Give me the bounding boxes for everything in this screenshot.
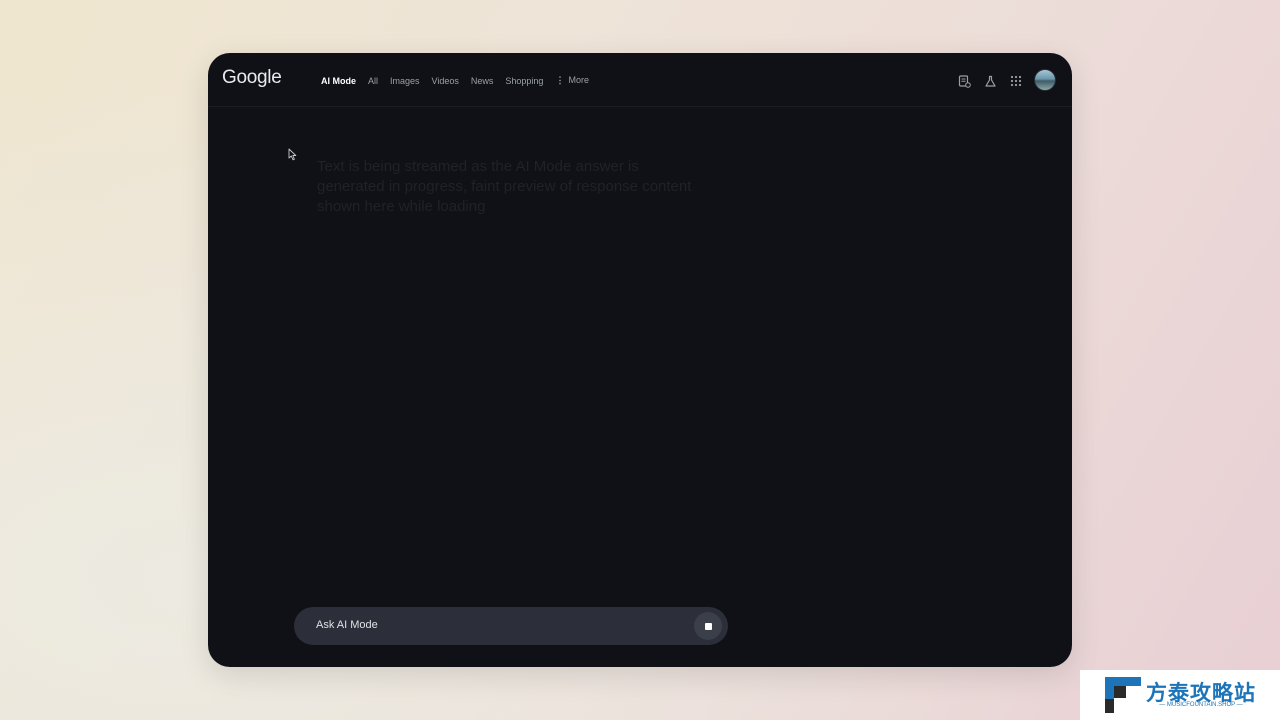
ask-ai-mode-input[interactable]: Ask AI Mode: [294, 607, 728, 645]
profile-avatar[interactable]: [1034, 69, 1056, 91]
browser-window: Google AI Mode All Images Videos News Sh…: [208, 53, 1072, 667]
search-labs-history-icon[interactable]: [956, 73, 972, 89]
apps-grid-icon[interactable]: [1008, 73, 1024, 89]
top-bar: Google AI Mode All Images Videos News Sh…: [208, 53, 1072, 107]
stop-generating-button[interactable]: [694, 612, 722, 640]
tab-videos[interactable]: Videos: [432, 76, 459, 86]
watermark-logo-icon: [1105, 677, 1141, 718]
streaming-response-text: Text is being streamed as the AI Mode an…: [317, 158, 692, 215]
tab-all[interactable]: All: [368, 76, 378, 86]
labs-flask-icon[interactable]: [982, 73, 998, 89]
google-logo[interactable]: Google: [222, 67, 282, 89]
more-vert-icon: ⋮: [555, 75, 565, 85]
tab-news[interactable]: News: [471, 76, 494, 86]
tab-ai-mode[interactable]: AI Mode: [321, 76, 356, 86]
header-actions: [946, 69, 1056, 91]
site-watermark: 方泰攻略站 — MUSICFOUNTAIN.SHOP —: [1080, 670, 1280, 720]
tab-more[interactable]: ⋮ More: [555, 75, 589, 86]
tab-more-label: More: [568, 75, 589, 85]
search-tabs: AI Mode All Images Videos News Shopping …: [321, 75, 601, 86]
mouse-pointer-icon: [288, 148, 297, 166]
tab-shopping[interactable]: Shopping: [505, 76, 543, 86]
stop-icon: [704, 622, 712, 630]
ask-input-placeholder: Ask AI Mode: [316, 619, 378, 631]
watermark-subtitle: — MUSICFOUNTAIN.SHOP —: [1159, 702, 1243, 708]
tab-images[interactable]: Images: [390, 76, 420, 86]
